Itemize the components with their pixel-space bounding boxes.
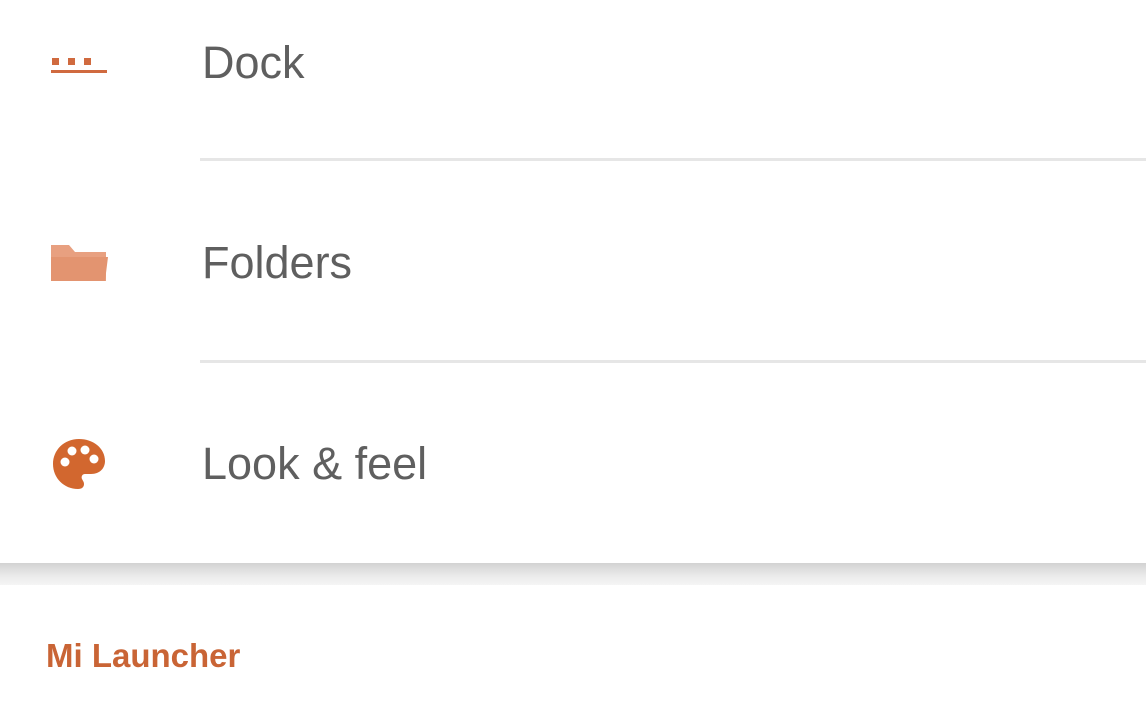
- divider: [200, 158, 1146, 161]
- settings-item-look-and-feel[interactable]: Look & feel: [0, 384, 1146, 544]
- section-mi-launcher: Mi Launcher: [0, 585, 1146, 716]
- section-separator: [0, 563, 1146, 585]
- settings-screen: Dock Folders Look & feel Mi Launcher: [0, 0, 1146, 716]
- divider: [200, 360, 1146, 363]
- settings-item-label: Dock: [202, 37, 305, 88]
- dock-icon: [48, 31, 112, 95]
- folder-icon: [48, 231, 112, 295]
- settings-list: Dock Folders Look & feel: [0, 0, 1146, 564]
- settings-item-label: Folders: [202, 237, 353, 288]
- settings-item-folders[interactable]: Folders: [0, 183, 1146, 343]
- settings-item-label: Look & feel: [202, 438, 428, 489]
- palette-icon: [48, 432, 112, 496]
- section-title: Mi Launcher: [46, 637, 241, 674]
- settings-item-dock[interactable]: Dock: [0, 0, 1146, 143]
